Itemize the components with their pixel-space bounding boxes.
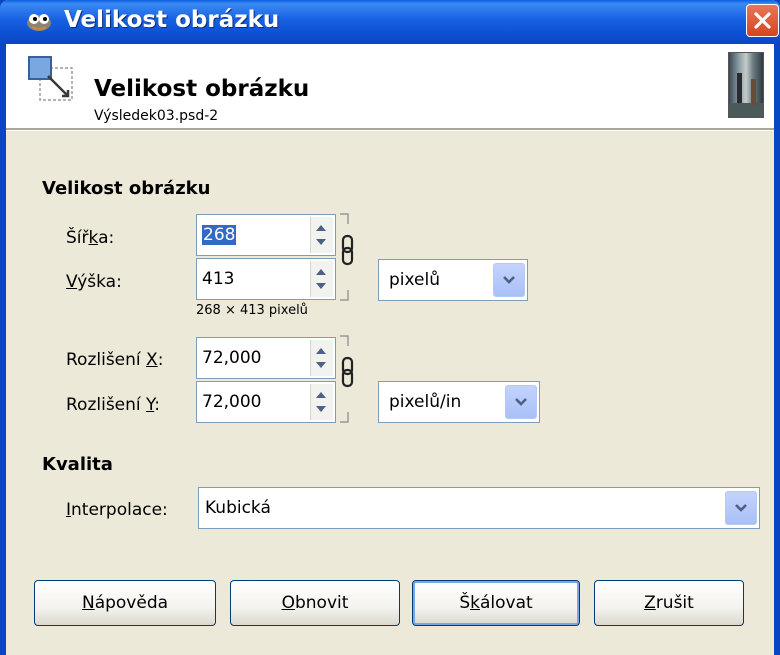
height-spinbutton[interactable]: 413 bbox=[196, 258, 336, 300]
gimp-wilber-icon bbox=[24, 9, 54, 33]
help-button[interactable]: Nápověda bbox=[34, 580, 216, 626]
close-icon bbox=[754, 12, 771, 29]
spin-arrows-icon[interactable] bbox=[310, 261, 333, 297]
scale-button[interactable]: Škálovat bbox=[412, 580, 580, 626]
resolution-unit-value: pixelů/in bbox=[389, 392, 462, 412]
res-y-value[interactable]: 72,000 bbox=[202, 392, 261, 412]
res-x-label: Rozlišení X: bbox=[66, 350, 164, 370]
interpolation-combobox[interactable]: Kubická bbox=[198, 487, 760, 529]
width-value[interactable]: 268 bbox=[202, 225, 237, 245]
reset-button[interactable]: Obnovit bbox=[230, 580, 400, 626]
window-title: Velikost obrázku bbox=[64, 7, 280, 33]
pixel-dimensions-text: 268 × 413 pixelů bbox=[196, 303, 308, 318]
width-label: Šířka: bbox=[66, 228, 115, 248]
chevron-down-icon[interactable] bbox=[505, 385, 537, 419]
chevron-down-icon[interactable] bbox=[493, 263, 525, 297]
resolution-unit-combobox[interactable]: pixelů/in bbox=[378, 381, 540, 423]
width-spinbutton[interactable]: 268 bbox=[196, 214, 336, 256]
header-separator bbox=[6, 128, 774, 131]
scale-image-dialog: Velikost obrázku Velikost obrázku Výsled… bbox=[0, 0, 780, 655]
cancel-button[interactable]: Zrušit bbox=[594, 580, 744, 626]
close-button[interactable] bbox=[746, 4, 779, 37]
title-bar[interactable]: Velikost obrázku bbox=[0, 0, 780, 44]
res-y-label: Rozlišení Y: bbox=[66, 395, 160, 415]
quality-section-label: Kvalita bbox=[42, 454, 113, 475]
res-x-spinbutton[interactable]: 72,000 bbox=[196, 337, 336, 379]
interpolation-label: Interpolace: bbox=[66, 500, 168, 520]
spin-arrows-icon[interactable] bbox=[310, 384, 333, 420]
header-title: Velikost obrázku bbox=[94, 76, 310, 102]
height-value[interactable]: 413 bbox=[202, 269, 234, 289]
height-label: Výška: bbox=[66, 272, 122, 292]
interpolation-value: Kubická bbox=[205, 498, 271, 518]
chain-link-icon[interactable] bbox=[338, 212, 358, 307]
dialog-header: Velikost obrázku Výsledek03.psd-2 bbox=[6, 44, 774, 128]
res-y-spinbutton[interactable]: 72,000 bbox=[196, 381, 336, 423]
scale-image-icon bbox=[26, 54, 76, 109]
window-border-right bbox=[774, 0, 780, 655]
header-subtitle: Výsledek03.psd-2 bbox=[94, 108, 219, 124]
spin-arrows-icon[interactable] bbox=[310, 217, 333, 253]
size-unit-value: pixelů bbox=[389, 270, 441, 290]
image-size-section-label: Velikost obrázku bbox=[42, 178, 211, 199]
chain-link-icon[interactable] bbox=[338, 334, 358, 429]
image-thumbnail bbox=[728, 52, 764, 118]
res-x-value[interactable]: 72,000 bbox=[202, 348, 261, 368]
chevron-down-icon[interactable] bbox=[725, 491, 757, 525]
spin-arrows-icon[interactable] bbox=[310, 340, 333, 376]
size-unit-combobox[interactable]: pixelů bbox=[378, 259, 528, 301]
